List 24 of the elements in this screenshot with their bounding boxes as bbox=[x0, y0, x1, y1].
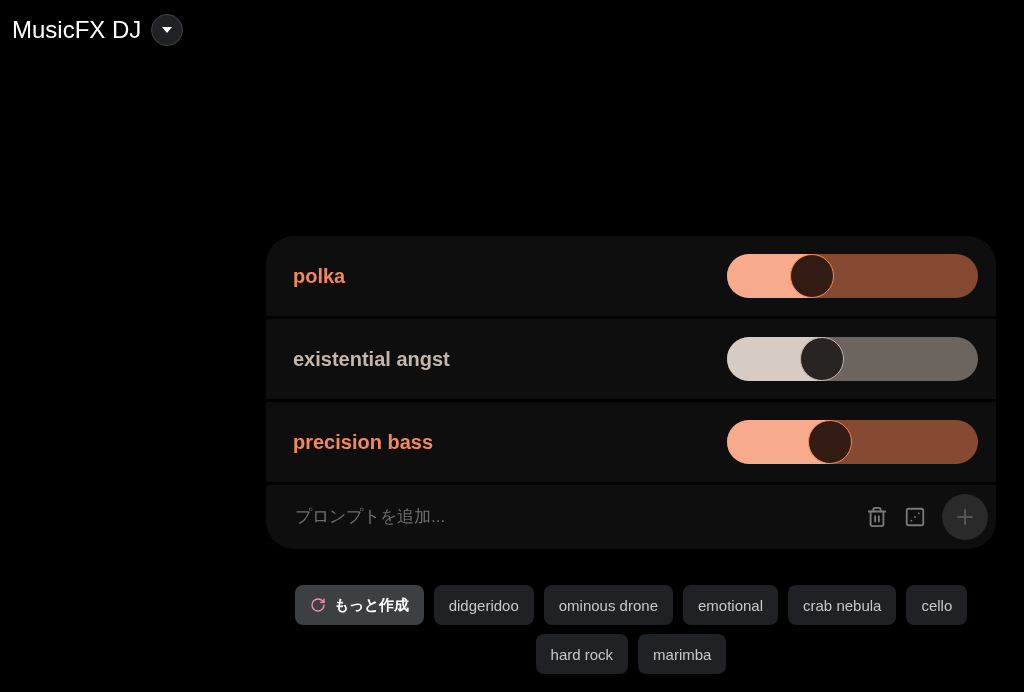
weight-slider[interactable] bbox=[727, 254, 978, 298]
prompt-input-field[interactable]: プロンプトを追加... bbox=[293, 506, 697, 528]
suggestion-chip[interactable]: marimba bbox=[638, 634, 727, 674]
suggestion-chip[interactable]: ominous drone bbox=[543, 585, 673, 625]
prompt-label: existential angst bbox=[293, 347, 450, 371]
prompt-label: precision bass bbox=[293, 430, 434, 454]
add-button[interactable] bbox=[942, 494, 988, 540]
refresh-icon bbox=[309, 597, 326, 613]
dice-icon bbox=[904, 506, 926, 528]
weight-slider[interactable] bbox=[727, 337, 978, 381]
menu-button[interactable] bbox=[151, 14, 184, 46]
weight-slider[interactable] bbox=[727, 420, 978, 464]
trash-icon bbox=[866, 506, 888, 528]
caret-icon bbox=[162, 27, 173, 33]
suggestion-chip[interactable]: hard rock bbox=[535, 634, 629, 674]
suggestion-chip[interactable]: emotional bbox=[683, 585, 779, 625]
generate-more-button[interactable]: もっと作成 bbox=[294, 585, 424, 625]
suggestion-chip[interactable]: didgeridoo bbox=[433, 585, 534, 625]
prompt-label: polka bbox=[293, 264, 346, 288]
app-title: MusicFX DJ bbox=[12, 16, 142, 44]
random-button[interactable] bbox=[904, 506, 926, 528]
suggestion-chip[interactable]: cello bbox=[906, 585, 968, 625]
delete-button[interactable] bbox=[866, 506, 888, 528]
suggestion-chip[interactable]: crab nebula bbox=[788, 585, 897, 625]
